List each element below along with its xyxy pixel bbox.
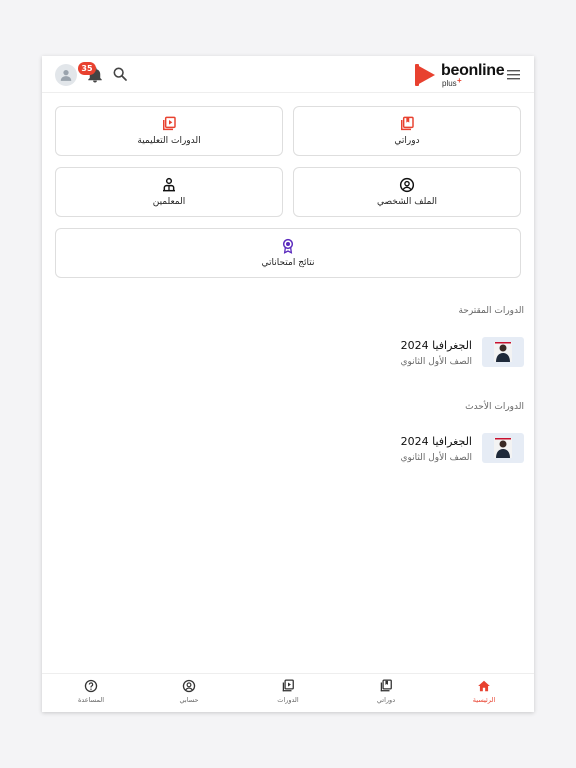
nav-my-courses[interactable]: دوراتي: [351, 679, 421, 709]
search-icon[interactable]: [112, 66, 128, 82]
card-label: المعلمين: [152, 197, 186, 207]
avatar[interactable]: [55, 64, 77, 86]
brand-logo[interactable]: beonline plus +: [415, 62, 505, 88]
award-icon: [282, 238, 294, 254]
course-thumbnail: [482, 433, 524, 463]
avatar-icon: [60, 70, 72, 81]
logo-plus-mark: +: [457, 76, 462, 85]
course-grade: الصف الأول الثانوي: [400, 453, 472, 463]
nav-label: حسابي: [179, 696, 199, 704]
card-label: الدورات التعليمية: [137, 136, 201, 146]
course-title: الجغرافيا 2024: [400, 435, 472, 448]
logo-play-icon: [415, 64, 435, 86]
card-profile[interactable]: الملف الشخصي: [293, 167, 521, 217]
notification-badge: 35: [78, 62, 96, 75]
app-screen: 35 beonline plus + دوراتي الدورات التعلي…: [42, 56, 534, 712]
home-icon: [478, 680, 490, 692]
course-item[interactable]: الجغرافيا 2024 الصف الأول الثانوي: [42, 337, 534, 377]
card-educational-courses[interactable]: الدورات التعليمية: [55, 106, 283, 156]
nav-courses[interactable]: الدورات: [253, 679, 323, 709]
library-icon: [401, 116, 414, 131]
card-exam-results[interactable]: نتائج امتحاناتي: [55, 228, 521, 278]
logo-subtext: plus: [442, 79, 457, 88]
nav-home[interactable]: الرئيسية: [449, 679, 519, 709]
video-library-icon: [163, 116, 176, 131]
nav-help[interactable]: المساعدة: [56, 679, 126, 709]
menu-icon[interactable]: [507, 69, 520, 80]
nav-account[interactable]: حسابي: [154, 679, 224, 709]
course-thumbnail: [482, 337, 524, 367]
nav-label: دوراتي: [376, 696, 396, 704]
teacher-photo-icon: [494, 342, 512, 362]
user-circle-icon: [399, 177, 415, 193]
card-label: دوراتي: [394, 136, 420, 146]
card-label: نتائج امتحاناتي: [261, 258, 315, 268]
card-my-courses[interactable]: دوراتي: [293, 106, 521, 156]
library-icon: [380, 679, 392, 692]
top-bar: 35 beonline plus +: [42, 56, 534, 93]
nav-label: الرئيسية: [472, 696, 496, 704]
logo-text: beonline: [441, 62, 505, 79]
bottom-nav: الرئيسية دوراتي الدورات حسابي المساعدة: [42, 673, 534, 712]
course-title: الجغرافيا 2024: [400, 339, 472, 352]
course-grade: الصف الأول الثانوي: [400, 357, 472, 367]
help-icon: [84, 679, 98, 693]
video-library-icon: [282, 679, 294, 692]
course-item[interactable]: الجغرافيا 2024 الصف الأول الثانوي: [42, 433, 534, 473]
nav-label: الدورات: [277, 696, 299, 704]
card-label: الملف الشخصي: [377, 197, 437, 207]
teacher-photo-icon: [494, 438, 512, 458]
user-circle-icon: [182, 679, 196, 693]
section-title-latest: الدورات الأحدث: [465, 402, 524, 412]
section-title-suggested: الدورات المقترحة: [458, 306, 524, 316]
card-teachers[interactable]: المعلمين: [55, 167, 283, 217]
nav-label: المساعدة: [77, 696, 105, 704]
teacher-icon: [163, 177, 175, 192]
